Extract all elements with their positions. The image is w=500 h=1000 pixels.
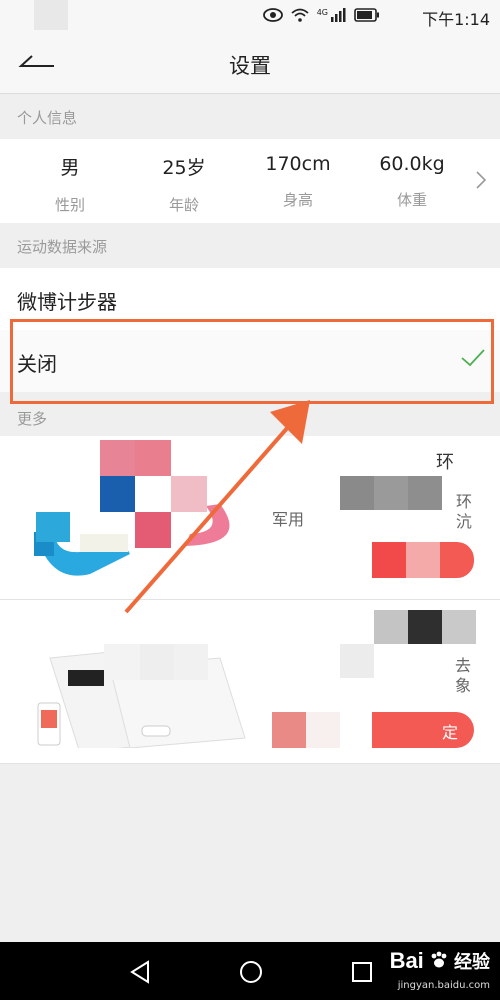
mosaic-tile: [140, 644, 174, 680]
mosaic-tile: [340, 644, 374, 678]
watermark-suffix: 经验: [454, 952, 490, 972]
scale-product-image: [37, 645, 246, 748]
height-value: 170cm: [265, 153, 331, 175]
card-desc-fragment: 象: [455, 676, 472, 695]
status-icons: 4G: [262, 8, 380, 22]
age-value: 25岁: [162, 157, 206, 179]
mosaic-tile: [340, 476, 374, 510]
mosaic-tile: [408, 610, 442, 644]
wifi-icon: [291, 8, 309, 22]
mosaic-tile: [36, 512, 70, 542]
status-notification-placeholder: [34, 0, 68, 30]
section-label: 个人信息: [17, 109, 78, 127]
app-header: 设置: [0, 34, 500, 94]
watermark-brand: Bai: [389, 948, 424, 973]
mosaic-tile: [100, 476, 135, 512]
mosaic-tile: [406, 542, 440, 578]
profile-age: 25岁 年龄: [129, 153, 239, 215]
data-source-row: 微博计步器: [0, 268, 500, 330]
section-header-data-source: 运动数据来源: [0, 224, 500, 268]
cta-button-band[interactable]: [440, 542, 474, 578]
check-icon: [461, 349, 485, 367]
option-close-row[interactable]: 关闭: [0, 330, 500, 392]
mosaic-tile: [272, 712, 306, 748]
cta-button-scale[interactable]: 定: [406, 712, 474, 748]
mosaic-tile: [374, 610, 408, 644]
battery-icon: [354, 8, 379, 22]
mosaic-tile: [174, 644, 208, 680]
mosaic-tile: [372, 712, 406, 748]
age-label: 年龄: [168, 196, 199, 214]
weight-label: 体重: [396, 191, 427, 209]
height-label: 身高: [282, 191, 313, 209]
section-label: 更多: [17, 410, 48, 428]
watermark-url: jingyan.baidu.com: [397, 980, 490, 991]
section-header-more: 更多: [0, 392, 500, 436]
recents-square-icon[interactable]: [348, 958, 376, 986]
network-type: 4G: [316, 8, 328, 17]
home-circle-icon[interactable]: [237, 958, 265, 986]
section-header-personal-info: 个人信息: [0, 95, 500, 139]
chevron-right-icon: [476, 171, 486, 189]
empty-area: [0, 765, 500, 942]
mosaic-tile: [135, 440, 171, 476]
status-time: 下午1:14: [422, 10, 490, 29]
paw-icon: [431, 951, 447, 968]
system-nav-bar: Bai 经验 jingyan.baidu.com: [0, 942, 500, 1000]
mosaic-tile: [372, 542, 406, 578]
gender-label: 性别: [54, 196, 85, 214]
source-name: 微博计步器: [17, 290, 117, 314]
product-card-scale[interactable]: 去 象 定: [0, 600, 500, 764]
gender-value: 男: [60, 157, 80, 179]
profile-weight: 60.0kg 体重: [357, 153, 467, 210]
page-title: 设置: [229, 54, 271, 78]
profile-height: 170cm 身高: [243, 153, 353, 210]
profile-row[interactable]: 男 性别 25岁 年龄 170cm 身高 60.0kg 体重: [0, 139, 500, 223]
signal-icon: [331, 8, 346, 22]
mosaic-tile: [408, 476, 442, 510]
mosaic-tile: [442, 610, 476, 644]
status-bar: 4G 下午1:14: [0, 0, 500, 34]
weight-value: 60.0kg: [379, 153, 445, 175]
mosaic-tile: [171, 476, 207, 512]
cta-button-label: 定: [441, 723, 458, 742]
eye-icon: [262, 8, 283, 22]
back-triangle-icon[interactable]: [126, 958, 154, 986]
profile-gender: 男 性别: [15, 153, 125, 215]
mosaic-tile: [104, 644, 140, 680]
mosaic-tile: [100, 440, 135, 476]
product-card-band[interactable]: 环 军用 环 沆: [0, 436, 500, 600]
section-label: 运动数据来源: [17, 238, 108, 256]
option-close-label: 关闭: [17, 352, 57, 376]
card-title-fragment: 环: [436, 452, 454, 473]
watermark: Bai 经验 jingyan.baidu.com: [389, 948, 490, 991]
card-side-fragment: 沆: [456, 512, 473, 531]
mosaic-tile: [374, 476, 408, 510]
mosaic-tile: [135, 512, 171, 548]
mosaic-tile: [306, 712, 340, 748]
card-desc-fragment: 军用: [272, 510, 305, 529]
